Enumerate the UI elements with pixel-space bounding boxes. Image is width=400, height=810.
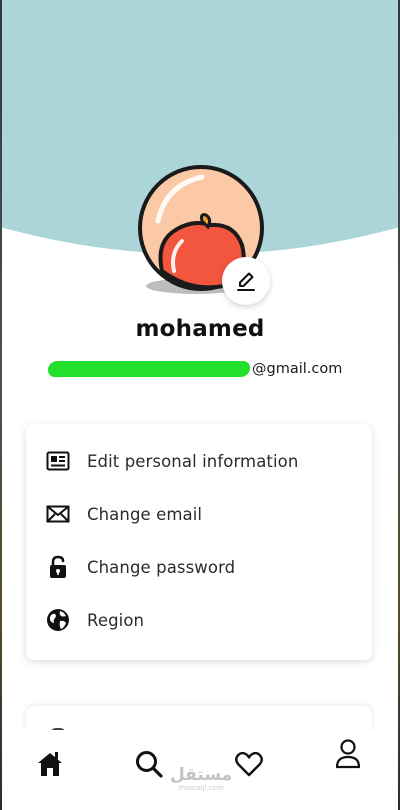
- home-icon: [38, 752, 62, 776]
- user-icon: [335, 739, 361, 769]
- envelope-icon: [45, 501, 71, 527]
- menu-item-label: Region: [87, 610, 145, 630]
- menu-item-region[interactable]: Region: [26, 598, 372, 642]
- pencil-icon: [237, 272, 255, 291]
- nav-search[interactable]: [129, 744, 169, 784]
- menu-item-label: Change password: [87, 557, 236, 577]
- profile-username: mohamed: [135, 316, 265, 342]
- heart-icon: [235, 751, 263, 777]
- globe-icon: [45, 607, 71, 633]
- edit-avatar-button[interactable]: [222, 257, 270, 305]
- id-card-icon: [45, 448, 71, 474]
- email-domain: @gmail.com: [252, 361, 343, 377]
- profile-email: @gmail.com: [46, 358, 343, 380]
- menu-item-label: Edit personal information: [87, 451, 299, 471]
- nav-home[interactable]: [30, 744, 70, 784]
- nav-favorites[interactable]: [229, 744, 269, 784]
- unlocked-padlock-icon: [45, 554, 71, 580]
- nav-profile[interactable]: [328, 734, 368, 774]
- menu-item-edit-personal-information[interactable]: Edit personal information: [26, 439, 372, 483]
- account-settings-card: Edit personal information Change email C…: [26, 424, 372, 660]
- bottom-navigation: [0, 730, 400, 810]
- menu-item-label: Change email: [87, 504, 203, 524]
- menu-item-change-email[interactable]: Change email: [26, 492, 372, 536]
- search-icon: [136, 751, 163, 778]
- menu-item-change-password[interactable]: Change password: [26, 545, 372, 589]
- email-redaction-mark: [46, 361, 252, 377]
- device-edge-left: [0, 0, 2, 810]
- profile-screen: mohamed @gmail.com Edit personal informa…: [0, 0, 400, 810]
